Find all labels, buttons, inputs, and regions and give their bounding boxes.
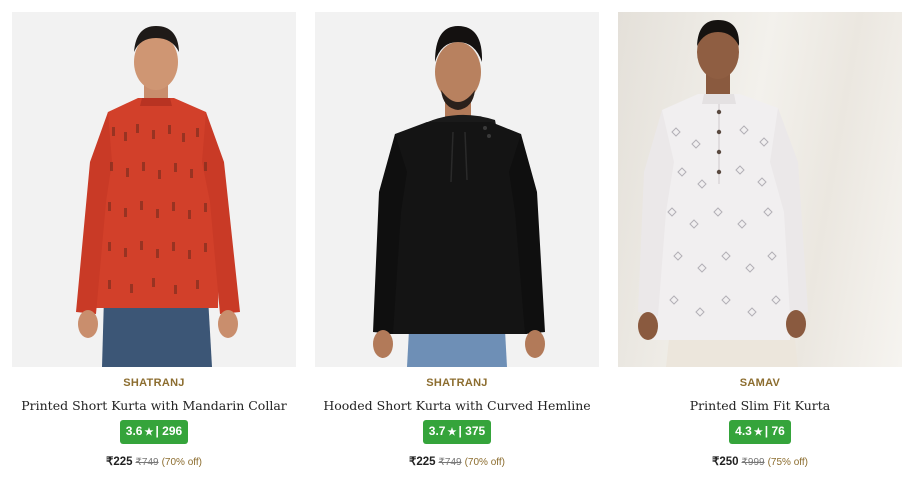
rating-row: 4.3 ★ | 76 [618, 420, 902, 444]
product-brand[interactable]: SHATRANJ [315, 377, 599, 389]
rating-value: 3.7 [428, 424, 446, 438]
original-price: ₹749 [438, 457, 462, 468]
sale-price: ₹225 [106, 456, 133, 468]
star-icon: ★ [144, 427, 154, 438]
product-brand[interactable]: SHATRANJ [12, 377, 296, 389]
price-row: ₹225 ₹749 (70% off) [315, 454, 599, 468]
rating-separator: | [458, 424, 462, 438]
product-name[interactable]: Printed Slim Fit Kurta [618, 398, 902, 413]
sale-price: ₹225 [409, 456, 436, 468]
price-row: ₹225 ₹749 (70% off) [12, 454, 296, 468]
product-brand[interactable]: SAMAV [618, 377, 902, 389]
star-icon: ★ [753, 427, 763, 438]
product-image[interactable] [315, 12, 599, 367]
rating-separator: | [155, 424, 159, 438]
discount-label: (70% off) [161, 457, 202, 468]
model-photo [373, 26, 545, 367]
rating-badge: 3.7 ★ | 375 [422, 420, 492, 444]
model-photo [76, 26, 240, 367]
product-image[interactable] [618, 12, 902, 367]
rating-row: 3.7 ★ | 375 [315, 420, 599, 444]
discount-label: (70% off) [464, 457, 505, 468]
product-card[interactable]: SHATRANJ Printed Short Kurta with Mandar… [12, 12, 296, 472]
product-name[interactable]: Hooded Short Kurta with Curved Hemline [315, 398, 599, 413]
product-image[interactable] [12, 12, 296, 367]
rating-row: 3.6 ★ | 296 [12, 420, 296, 444]
star-icon: ★ [447, 427, 457, 438]
discount-label: (75% off) [767, 457, 808, 468]
rating-badge: 3.6 ★ | 296 [119, 420, 189, 444]
review-count: 375 [465, 424, 486, 438]
product-card[interactable]: SAMAV Printed Slim Fit Kurta 4.3 ★ | 76 ₹2… [618, 12, 902, 472]
original-price: ₹749 [135, 457, 159, 468]
product-card[interactable]: SHATRANJ Hooded Short Kurta with Curved … [315, 12, 599, 472]
product-name[interactable]: Printed Short Kurta with Mandarin Collar [12, 398, 296, 413]
original-price: ₹999 [741, 457, 765, 468]
sale-price: ₹250 [712, 456, 739, 468]
rating-value: 4.3 [735, 424, 752, 438]
rating-value: 3.6 [125, 424, 143, 438]
model-photo [638, 20, 808, 367]
rating-badge: 4.3 ★ | 76 [729, 420, 791, 444]
review-count: 76 [771, 424, 785, 438]
review-count: 296 [162, 424, 183, 438]
price-row: ₹250 ₹999 (75% off) [618, 454, 902, 468]
rating-separator: | [764, 424, 769, 438]
